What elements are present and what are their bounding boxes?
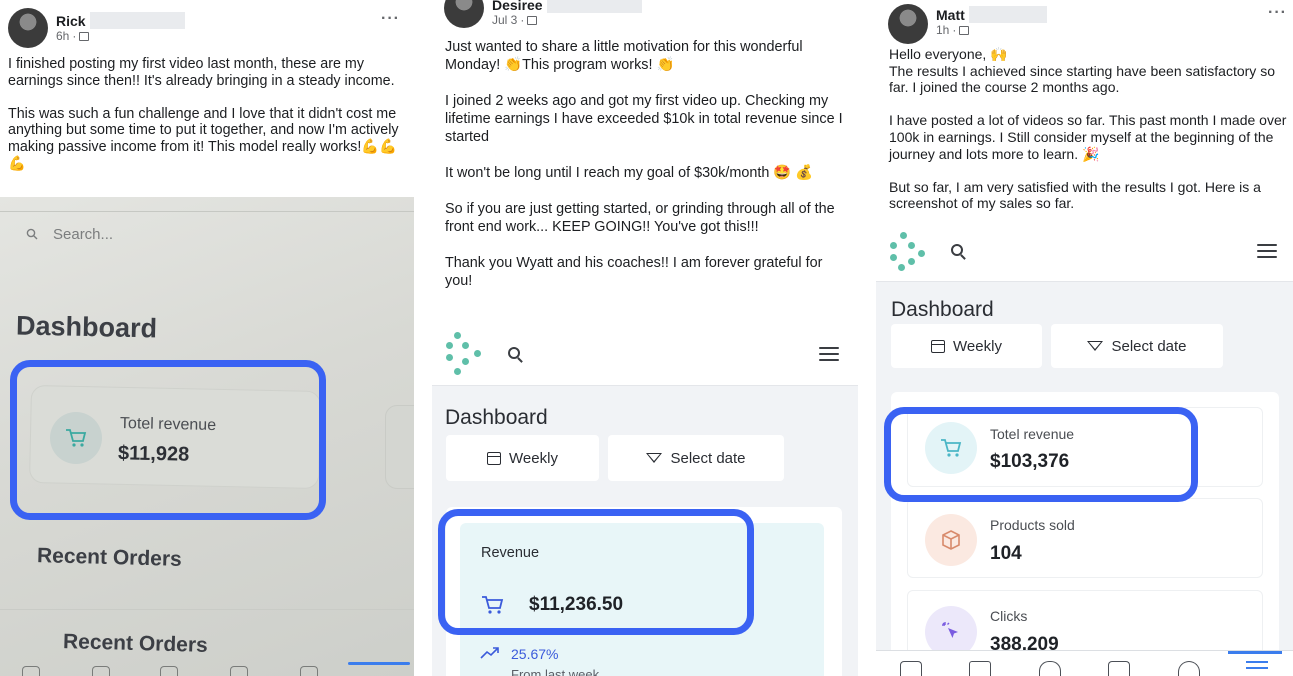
audience-icon (79, 31, 90, 41)
highlight-box (884, 407, 1198, 502)
select-date-button[interactable]: Select date (608, 435, 784, 481)
post-header: Rick 6h · (8, 8, 185, 48)
post-text: I finished posting my first video last m… (8, 56, 399, 172)
highlight-box (10, 360, 326, 520)
marketplace-icon (230, 666, 248, 676)
post-panel-rick: Rick 6h · ··· I finished posting my firs… (0, 0, 414, 676)
post-time[interactable]: Jul 3 (492, 13, 517, 27)
post-header: Matt 1h · (888, 4, 1047, 44)
menu-icon[interactable] (819, 347, 839, 361)
menu-icon[interactable] (1246, 661, 1268, 675)
author-name[interactable]: Matt (936, 7, 965, 23)
trend-up-icon (480, 647, 499, 659)
stat-label: Clicks (990, 608, 1028, 624)
weekly-label: Weekly (509, 449, 558, 467)
avatar[interactable] (8, 8, 48, 48)
select-date-label: Select date (670, 449, 746, 467)
filter-icon (1087, 341, 1104, 351)
active-tab-indicator (348, 662, 410, 665)
change-value: 25.67% (511, 646, 559, 662)
active-tab-indicator (1228, 651, 1282, 654)
stat-value: 104 (990, 543, 1022, 564)
post-time[interactable]: 1h (936, 23, 949, 37)
calendar-icon (931, 339, 946, 353)
app-header (432, 322, 858, 386)
post-panel-matt: Matt 1h · ··· Hello everyone, 🙌 The resu… (876, 0, 1293, 676)
click-icon (942, 622, 958, 638)
dashboard-heading: Dashboard (15, 310, 158, 344)
search-icon (26, 228, 38, 240)
search-icon[interactable] (508, 347, 520, 359)
video-icon (92, 666, 110, 676)
menu-icon[interactable] (1257, 244, 1277, 258)
post-panel-desiree: Desiree Jul 3 · Just wanted to share a l… (432, 0, 858, 676)
avatar[interactable] (888, 4, 928, 44)
audience-icon (527, 15, 538, 25)
dashboard-heading: Dashboard (891, 298, 994, 321)
photo-bottom-nav (0, 662, 414, 676)
redacted-surname (546, 0, 642, 13)
post-text: Just wanted to share a little motivation… (445, 39, 843, 289)
marketplace-icon[interactable] (1108, 661, 1130, 676)
partial-card (385, 405, 414, 489)
audience-icon (959, 25, 970, 35)
select-date-label: Select date (1111, 337, 1187, 355)
redacted-surname (968, 6, 1047, 23)
weekly-button[interactable]: Weekly (891, 324, 1042, 368)
friends-icon[interactable] (1039, 661, 1061, 676)
bell-icon[interactable] (1178, 661, 1200, 676)
filter-icon (646, 453, 663, 463)
dashboard-heading: Dashboard (445, 406, 548, 429)
video-icon[interactable] (969, 661, 991, 676)
author-name[interactable]: Desiree (492, 0, 543, 13)
calendar-icon (487, 451, 502, 465)
recent-orders-heading-2: Recent Orders (62, 630, 209, 657)
recent-orders-heading: Recent Orders (36, 544, 183, 571)
select-date-button[interactable]: Select date (1051, 324, 1223, 368)
author-name[interactable]: Rick (56, 13, 86, 29)
box-icon (942, 530, 960, 550)
redacted-surname (89, 12, 185, 29)
post-header: Desiree Jul 3 · (444, 0, 642, 28)
bell-icon (300, 666, 318, 676)
avatar[interactable] (444, 0, 484, 28)
search-icon[interactable] (951, 244, 963, 256)
more-options-icon[interactable]: ··· (381, 10, 400, 28)
post-text: Hello everyone, 🙌 The results I achieved… (889, 46, 1287, 212)
weekly-button[interactable]: Weekly (446, 435, 599, 481)
home-icon (22, 666, 40, 676)
post-time[interactable]: 6h (56, 29, 69, 43)
friends-icon (160, 666, 178, 676)
search-placeholder: Search... (53, 226, 114, 243)
change-caption: From last week (511, 667, 600, 676)
weekly-label: Weekly (953, 337, 1002, 355)
more-options-icon[interactable]: ··· (1268, 4, 1287, 22)
app-header (876, 224, 1293, 282)
home-icon[interactable] (900, 661, 922, 676)
stat-label: Products sold (990, 517, 1075, 533)
highlight-box (438, 509, 754, 635)
bottom-nav (876, 650, 1293, 676)
